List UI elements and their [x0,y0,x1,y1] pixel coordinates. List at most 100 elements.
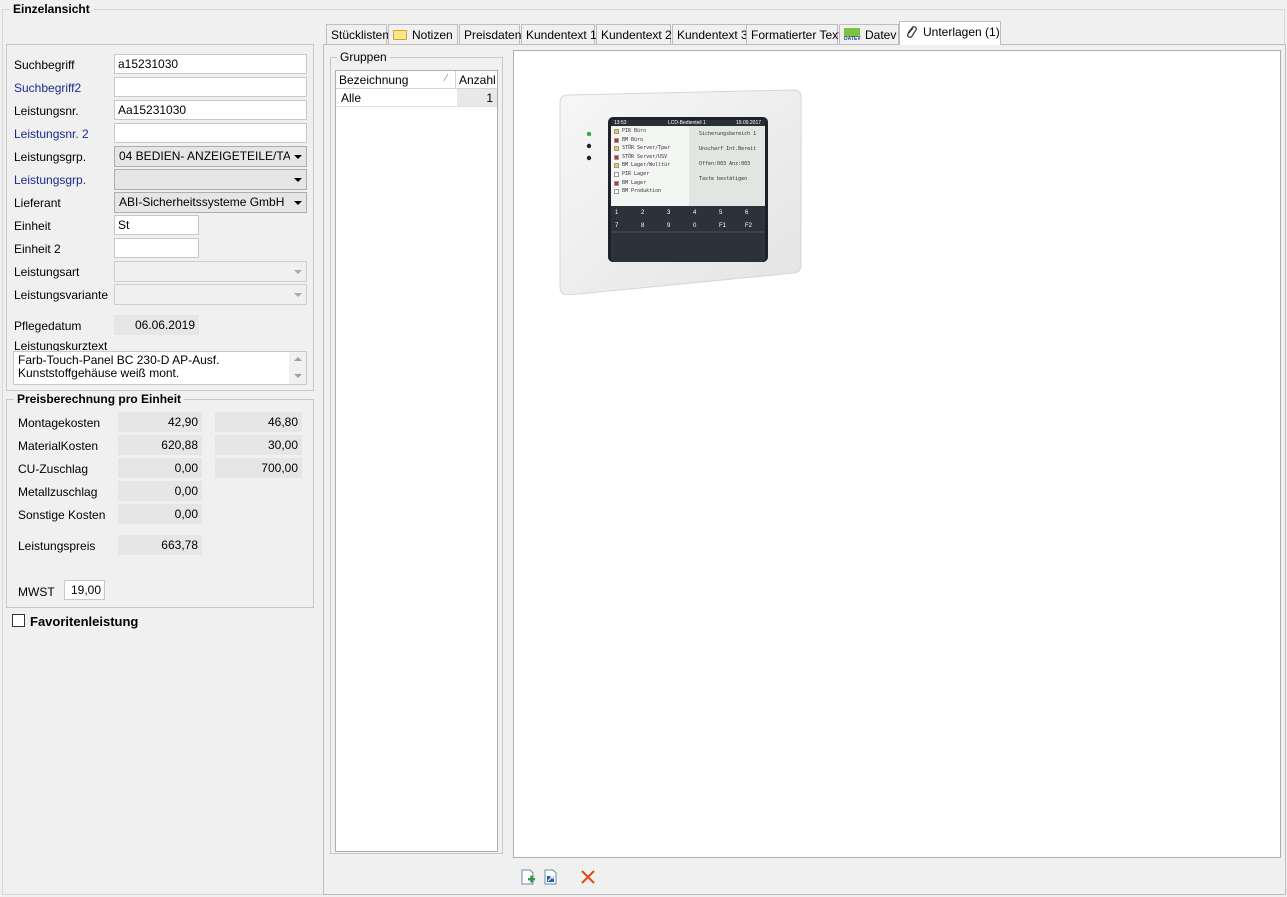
device-list-item: BM Lager [622,179,647,186]
document-preview-area[interactable]: 13:53 LCD-Bedienteil 1 19.09.2017 PIR Büro B… [513,50,1281,858]
scroll-down-icon[interactable] [294,374,302,378]
materialkosten-label: MaterialKosten [18,439,99,453]
device-key: 9 [667,223,671,229]
tab-unterlagen-1-label: Unterlagen (1) [923,25,1000,39]
device-key: 5 [719,210,723,216]
chevron-down-icon[interactable] [294,178,302,182]
gruppen-row-alle[interactable]: Alle 1 [336,89,497,107]
device-list-marker [614,146,619,152]
kurztext-textarea[interactable]: Farb-Touch-Panel BC 230-D AP-Ausf. Kunst… [13,351,307,385]
leistungsnr2-input[interactable] [114,123,307,143]
leistungspreis-value: 663,78 [118,535,202,555]
delete-icon[interactable] [580,869,596,885]
device-info-line: Taste bestätigen [699,176,748,182]
tab-unterlagen-1[interactable]: Unterlagen (1) [899,21,1001,45]
device-key: F1 [719,223,727,229]
lieferant-select[interactable]: ABI-Sicherheitssysteme GmbH [114,192,307,213]
device-key: 8 [641,223,645,229]
einheit-input[interactable]: St [114,215,199,235]
tab-kundentext-3[interactable]: Kundentext 3 [672,24,748,44]
leistungsgrp2-label: Leistungsgrp. [14,173,87,187]
leistungsnr-input[interactable]: Aa15231030 [114,100,307,120]
device-list-marker [614,180,619,186]
montagekosten-value-2: 46,80 [215,412,302,432]
pflegedatum-label: Pflegedatum [14,319,82,333]
device-list-marker [614,172,619,177]
chevron-down-icon[interactable] [294,293,302,297]
tab-notizen-label: Notizen [412,28,453,42]
cu-zuschlag-value-1: 0,00 [118,458,202,478]
favorit-label: Favoritenleistung [30,614,139,629]
device-list-item: PIR Büro [622,128,647,134]
favorit-checkbox[interactable] [12,614,25,627]
einheit2-input[interactable] [114,238,199,258]
datev-icon: DATEV [844,28,861,42]
leistungsgrp2-select[interactable] [114,169,307,190]
device-info-line: Sicherungsbereich 1 [699,131,757,137]
tab-datev[interactable]: DATEV Datev [839,24,899,44]
device-date: 19.09.2017 [736,120,762,126]
leistungsgrp-label: Leistungsgrp. [14,150,87,164]
open-document-icon[interactable] [543,869,559,885]
scroll-up-icon[interactable] [294,357,302,361]
chevron-down-icon[interactable] [294,201,302,205]
materialkosten-value-2: 30,00 [215,435,302,455]
pflegedatum-value: 06.06.2019 [114,315,199,335]
sort-icon: ⁄ [445,73,447,84]
folder-icon [393,30,407,40]
device-info-line: Offen:003 Anz:003 [699,161,751,167]
gruppen-row-count: 1 [457,89,497,106]
einheit2-label: Einheit 2 [14,242,61,256]
preis-group-title: Preisberechnung pro Einheit [14,392,185,406]
leistungsnr-label: Leistungsnr. [14,104,79,118]
paperclip-icon [904,25,918,39]
add-document-icon[interactable] [520,869,536,885]
leistungsvariante-select [114,284,307,305]
device-list-item: STÖR Server/Tpwr [622,145,671,152]
tab-stücklisten[interactable]: Stücklisten [326,24,390,44]
chevron-down-icon[interactable] [294,155,302,159]
leistungsvariante-label: Leistungsvariante [14,288,109,302]
mwst-input[interactable]: 19,00 [64,580,105,600]
chevron-down-icon[interactable] [294,270,302,274]
device-key: 2 [641,210,645,216]
gruppen-col-bezeichnung[interactable]: Bezeichnung ⁄ [336,71,456,89]
tab-datev-label: Datev [865,28,897,42]
tab-kundentext-1[interactable]: Kundentext 1 [521,24,597,44]
lieferant-label: Lieferant [14,196,61,210]
device-key: 0 [693,223,697,229]
device-key: 1 [615,210,619,216]
device-key: 7 [615,223,619,229]
device-list-item: BM Produktion [622,188,662,195]
tab-kundentext-2[interactable]: Kundentext 2 [596,24,672,44]
cu-zuschlag-label: CU-Zuschlag [18,462,89,476]
device-key: F2 [745,223,753,229]
device-image: 13:53 LCD-Bedienteil 1 19.09.2017 PIR Büro B… [558,89,802,296]
tab-formatierter-text[interactable]: Formatierter Text [746,24,842,44]
suchbegriff2-label: Suchbegriff2 [14,81,82,95]
einheit-label: Einheit [14,219,51,233]
device-list-item: PIR Lager [622,171,650,177]
metallzuschlag-value-1: 0,00 [118,481,202,501]
device-key: 3 [667,210,671,216]
suchbegriff2-input[interactable] [114,77,307,97]
device-list-marker [614,163,619,169]
tab-preisdaten[interactable]: Preisdaten [459,24,522,44]
kurztext-scrollbar[interactable] [289,352,306,384]
tab-stücklisten-label: Stücklisten [331,28,390,42]
device-key: 4 [693,210,697,216]
device-list-marker [614,189,619,195]
cu-zuschlag-value-2: 700,00 [215,458,302,478]
tab-notizen[interactable]: Notizen [388,24,458,44]
suchbegriff-input[interactable]: a15231030 [114,54,307,74]
device-title: LCD-Bedienteil 1 [668,120,706,126]
device-list-marker [614,129,619,134]
gruppen-col-anzahl[interactable]: Anzahl [456,71,497,89]
tab-preisdaten-label: Preisdaten [464,28,522,42]
device-list-item: BM Lager/Wolltür [622,162,671,169]
leistungspreis-label: Leistungspreis [18,539,96,553]
kurztext-line-2: Kunststoffgehäuse weiß mont. [18,366,180,380]
leistungsgrp-select[interactable]: 04 BEDIEN- ANZEIGETEILE/TAGA [114,146,307,167]
device-info-line: Unscharf Int.Bereit [699,146,757,152]
tab-formatierter-text-label: Formatierter Text [751,28,842,42]
